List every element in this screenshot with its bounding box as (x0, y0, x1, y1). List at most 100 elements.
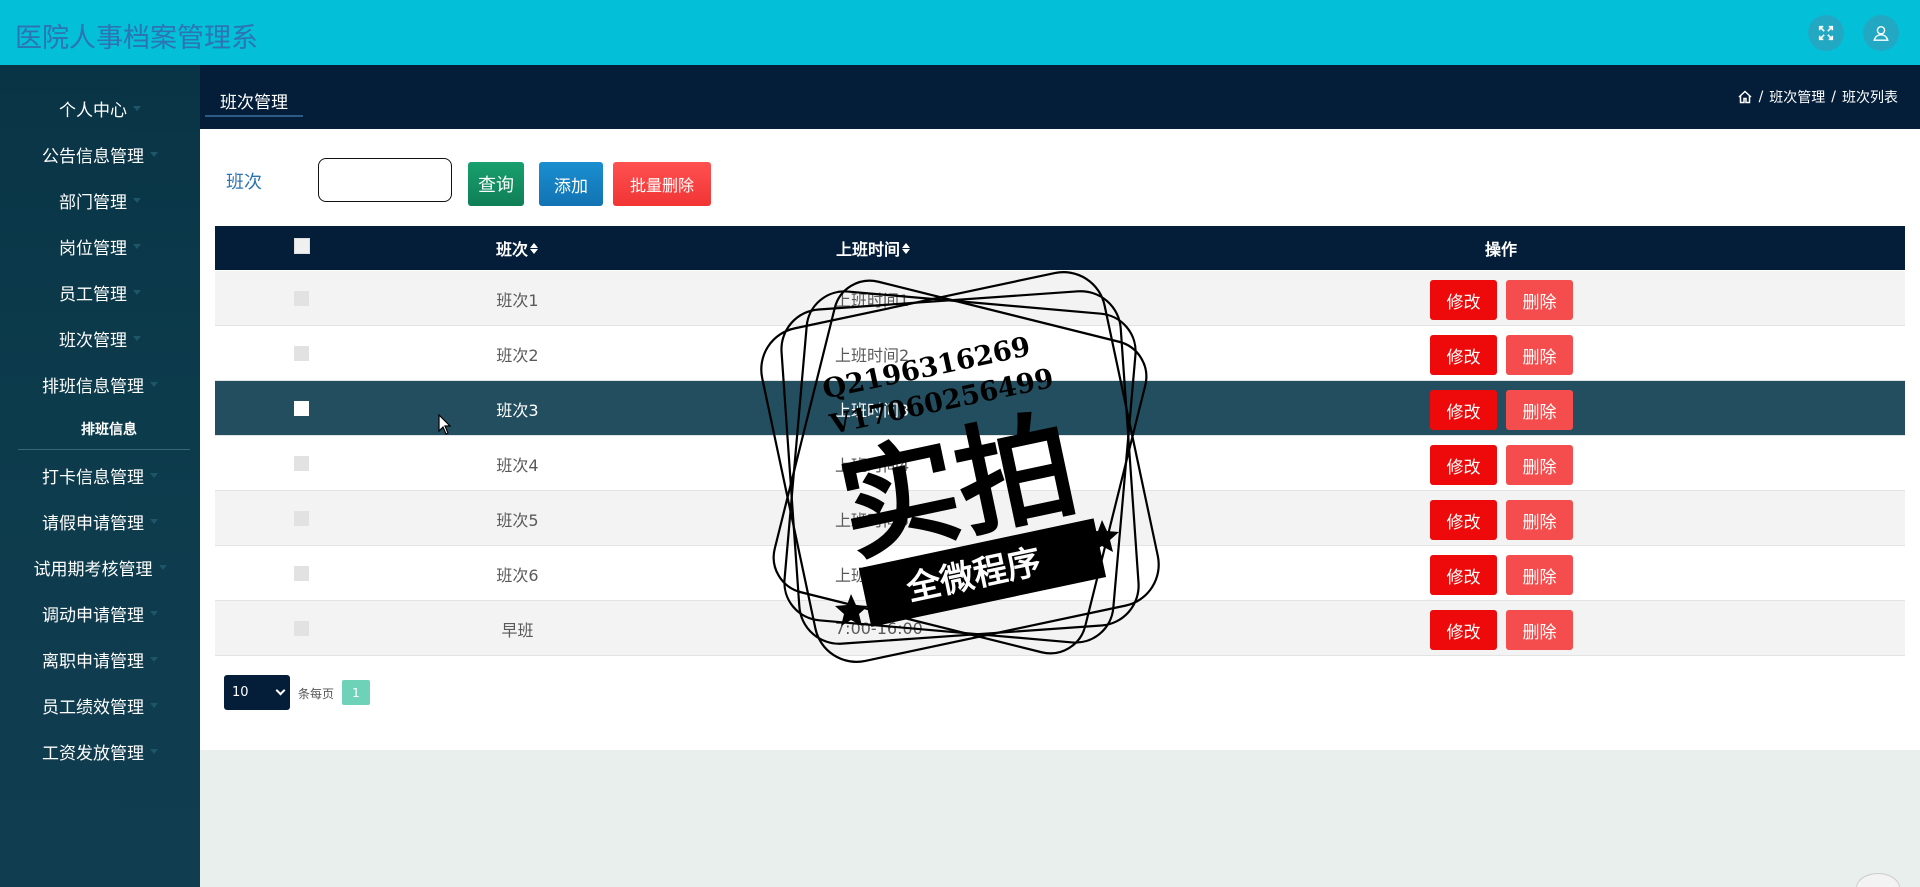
sidebar-item-announcements[interactable]: 公告信息管理 (0, 139, 200, 169)
edit-button[interactable]: 修改 (1430, 610, 1497, 650)
table-row[interactable]: 班次1 上班时间1 修改 删除 (215, 271, 1905, 326)
sidebar-subitem-schedule-info[interactable]: 排班信息 (0, 417, 200, 441)
cell-shift-name: 班次3 (496, 400, 539, 420)
edit-button[interactable]: 修改 (1430, 390, 1497, 430)
chevron-down-icon (133, 197, 141, 203)
cell-start-time: 上班时间4 (835, 455, 910, 475)
user-icon (1873, 25, 1889, 41)
scroll-top-button[interactable] (1856, 873, 1900, 887)
row-checkbox[interactable] (294, 456, 309, 471)
chevron-down-icon (150, 518, 158, 524)
cell-start-time: 7:00-16:00 (835, 619, 923, 638)
column-header-name[interactable]: 班次 (496, 226, 539, 270)
chevron-down-icon (158, 564, 167, 570)
sidebar-item-transfer[interactable]: 调动申请管理 (0, 598, 200, 628)
table-header: 班次 上班时间 操作 (215, 226, 1905, 270)
page-number-current[interactable]: 1 (342, 680, 370, 705)
page-size-select[interactable]: 10 (224, 675, 290, 710)
cell-start-time: 上班时间5 (835, 510, 910, 530)
tab-shift-management[interactable]: 班次管理 (205, 85, 303, 117)
sidebar-item-leave[interactable]: 请假申请管理 (0, 506, 200, 536)
breadcrumb-level1[interactable]: 班次管理 (1769, 87, 1825, 107)
divider (18, 449, 190, 450)
cell-shift-name: 班次2 (496, 345, 539, 365)
cell-shift-name: 班次1 (496, 290, 539, 310)
table-row[interactable]: 早班 7:00-16:00 修改 删除 (215, 601, 1905, 656)
row-checkbox[interactable] (294, 511, 309, 526)
sidebar-item-departments[interactable]: 部门管理 (0, 185, 200, 215)
sidebar-item-personal-center[interactable]: 个人中心 (0, 93, 200, 123)
sidebar-item-shifts[interactable]: 班次管理 (0, 323, 200, 353)
table-row[interactable]: 班次2 上班时间2 修改 删除 (215, 326, 1905, 381)
chevron-down-icon (150, 472, 158, 478)
chevron-down-icon (150, 748, 158, 754)
cell-start-time: 上班时间1 (835, 290, 910, 310)
content-header (200, 65, 1920, 129)
add-button[interactable]: 添加 (539, 162, 603, 206)
top-header (0, 0, 1920, 65)
row-checkbox[interactable] (294, 401, 309, 416)
home-icon[interactable] (1737, 89, 1753, 105)
sidebar-item-employees[interactable]: 员工管理 (0, 277, 200, 307)
chevron-down-icon (150, 656, 158, 662)
search-label: 班次 (226, 172, 262, 193)
edit-button[interactable]: 修改 (1430, 280, 1497, 320)
edit-button[interactable]: 修改 (1430, 555, 1497, 595)
chevron-down-icon (150, 702, 158, 708)
cell-shift-name: 班次5 (496, 510, 539, 530)
delete-button[interactable]: 删除 (1506, 445, 1573, 485)
delete-button[interactable]: 删除 (1506, 500, 1573, 540)
sidebar-item-positions[interactable]: 岗位管理 (0, 231, 200, 261)
fullscreen-button[interactable] (1808, 15, 1844, 51)
table-row[interactable]: 班次6 上班时间6 修改 删除 (215, 546, 1905, 601)
per-page-label: 条每页 (298, 687, 335, 701)
cell-start-time: 上班时间6 (835, 565, 910, 585)
cursor-icon (438, 414, 452, 435)
chevron-down-icon (133, 105, 141, 111)
sidebar-item-resignation[interactable]: 离职申请管理 (0, 644, 200, 674)
cell-shift-name: 班次6 (496, 565, 539, 585)
sort-icon[interactable] (530, 242, 539, 254)
breadcrumb-level2: 班次列表 (1842, 90, 1898, 106)
sidebar-item-probation[interactable]: 试用期考核管理 (0, 552, 200, 582)
row-checkbox[interactable] (294, 566, 309, 581)
delete-button[interactable]: 删除 (1506, 335, 1573, 375)
chevron-down-icon (133, 243, 141, 249)
column-header-time[interactable]: 上班时间 (836, 226, 911, 270)
table-row[interactable]: 班次5 上班时间5 修改 删除 (215, 491, 1905, 546)
chevron-down-icon (133, 289, 141, 295)
delete-button[interactable]: 删除 (1506, 280, 1573, 320)
delete-button[interactable]: 删除 (1506, 555, 1573, 595)
edit-button[interactable]: 修改 (1430, 445, 1497, 485)
sidebar-item-attendance[interactable]: 打卡信息管理 (0, 460, 200, 490)
user-menu-button[interactable] (1863, 15, 1899, 51)
delete-button[interactable]: 删除 (1506, 390, 1573, 430)
table-row-highlighted[interactable]: 班次3 上班时间3 修改 删除 (215, 381, 1905, 436)
edit-button[interactable]: 修改 (1430, 500, 1497, 540)
fullscreen-icon (1818, 25, 1834, 41)
chevron-down-icon (150, 381, 158, 387)
row-checkbox[interactable] (294, 346, 309, 361)
table-row[interactable]: 班次4 上班时间4 修改 删除 (215, 436, 1905, 491)
chevron-down-icon (150, 610, 158, 616)
cell-shift-name: 早班 (501, 620, 534, 640)
app-title: 医院人事档案管理系 (15, 23, 258, 54)
row-checkbox[interactable] (294, 621, 309, 636)
shift-search-input[interactable] (318, 158, 452, 202)
row-checkbox[interactable] (294, 291, 309, 306)
chevron-down-icon (150, 151, 158, 157)
sidebar-item-salary[interactable]: 工资发放管理 (0, 736, 200, 766)
cell-shift-name: 班次4 (496, 455, 539, 475)
select-all-checkbox[interactable] (294, 238, 310, 254)
cell-start-time: 上班时间2 (835, 345, 910, 365)
column-header-ops: 操作 (1485, 240, 1518, 259)
sidebar-item-scheduling[interactable]: 排班信息管理 (0, 369, 200, 399)
breadcrumb: / 班次管理 / 班次列表 (1737, 86, 1898, 108)
sort-icon[interactable] (902, 242, 911, 254)
delete-button[interactable]: 删除 (1506, 610, 1573, 650)
cell-start-time: 上班时间3 (835, 400, 910, 420)
query-button[interactable]: 查询 (468, 162, 524, 206)
bulk-delete-button[interactable]: 批量删除 (613, 162, 711, 206)
edit-button[interactable]: 修改 (1430, 335, 1497, 375)
sidebar-item-performance[interactable]: 员工绩效管理 (0, 690, 200, 720)
